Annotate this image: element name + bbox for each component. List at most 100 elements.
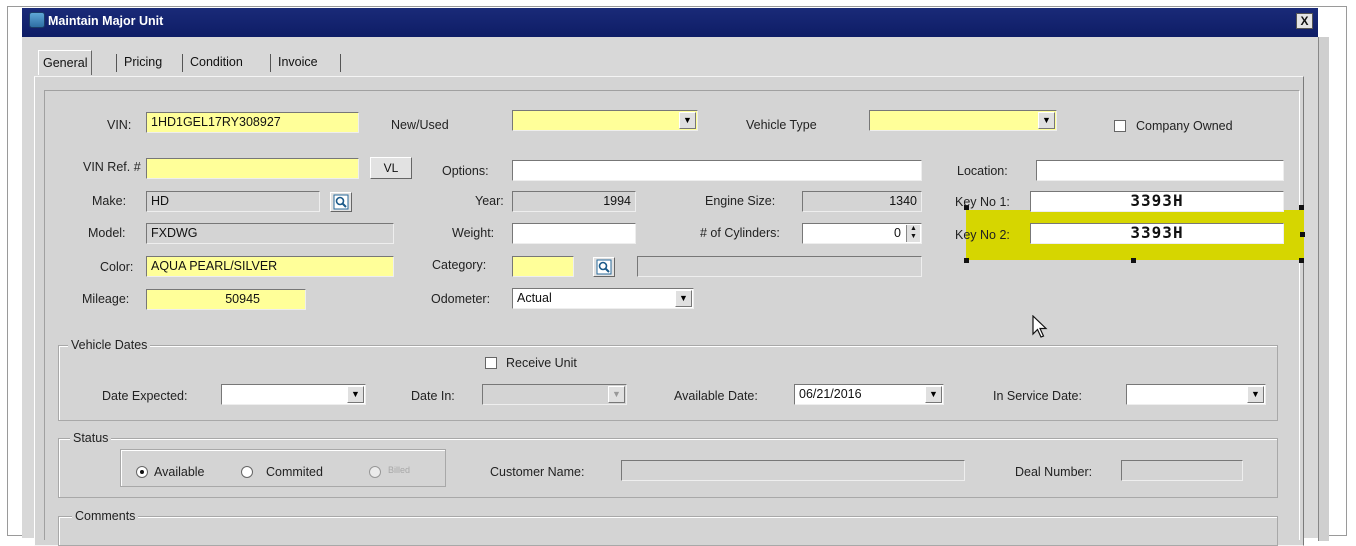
radio-billed[interactable]: [369, 466, 381, 478]
date-in-picker[interactable]: ▼: [482, 384, 627, 405]
color-label: Color:: [100, 260, 134, 274]
radio-commited-label: Commited: [266, 465, 323, 479]
title-bar[interactable]: [22, 8, 1318, 37]
engine-size-label: Engine Size:: [705, 194, 776, 208]
vin-label: VIN:: [107, 118, 132, 132]
spin-buttons[interactable]: ▲ ▼: [906, 225, 920, 242]
selection-handle: [1131, 258, 1136, 263]
cylinders-label: # of Cylinders:: [700, 226, 780, 240]
date-in-label: Date In:: [411, 389, 455, 403]
dropdown-arrow-icon[interactable]: ▼: [925, 386, 942, 403]
selection-handle: [1299, 258, 1304, 263]
location-field[interactable]: [1036, 160, 1284, 181]
available-date-picker[interactable]: 06/21/2016 ▼: [794, 384, 944, 405]
spin-up-icon[interactable]: ▲: [907, 225, 920, 233]
odometer-value: Actual: [517, 291, 552, 305]
deal-number-label: Deal Number:: [1015, 465, 1093, 479]
tab-divider: [116, 54, 117, 72]
available-date-value: 06/21/2016: [799, 387, 862, 401]
odometer-select[interactable]: Actual ▼: [512, 288, 694, 309]
close-button[interactable]: X: [1296, 13, 1313, 29]
key-no-2-field[interactable]: 3393H: [1030, 223, 1284, 244]
odometer-label: Odometer:: [431, 292, 491, 306]
dropdown-arrow-icon[interactable]: ▼: [608, 386, 625, 403]
tab-divider: [340, 54, 341, 72]
color-field[interactable]: AQUA PEARL/SILVER: [146, 256, 394, 277]
vehicle-type-label: Vehicle Type: [746, 118, 817, 132]
status-title: Status: [70, 431, 112, 445]
tab-pricing[interactable]: Pricing: [120, 50, 166, 74]
receive-unit-label: Receive Unit: [506, 356, 577, 370]
date-expected-picker[interactable]: ▼: [221, 384, 366, 405]
selection-handle: [1299, 205, 1304, 210]
dropdown-arrow-icon[interactable]: ▼: [675, 290, 692, 307]
key-no-2-label: Key No 2:: [955, 228, 1010, 242]
options-label: Options:: [442, 164, 489, 178]
vehicle-dates-title: Vehicle Dates: [68, 338, 151, 352]
model-field[interactable]: FXDWG: [146, 223, 394, 244]
new-used-select[interactable]: ▼: [512, 110, 698, 131]
mileage-label: Mileage:: [82, 292, 130, 306]
app-icon: [29, 12, 45, 28]
vehicle-dates-group: [58, 345, 1278, 421]
cylinders-value: 0: [894, 226, 901, 240]
new-used-label: New/Used: [391, 118, 449, 132]
make-label: Make:: [92, 194, 127, 208]
radio-available[interactable]: [136, 466, 148, 478]
category-description-field: [637, 256, 922, 277]
vin-ref-field[interactable]: [146, 158, 359, 179]
weight-field[interactable]: [512, 223, 636, 244]
company-owned-checkbox[interactable]: [1114, 120, 1126, 132]
make-lookup-button[interactable]: [330, 192, 352, 212]
selection-handle: [1300, 232, 1305, 237]
tab-condition[interactable]: Condition: [186, 50, 247, 74]
category-lookup-button[interactable]: [593, 257, 615, 277]
year-field[interactable]: 1994: [512, 191, 636, 212]
engine-size-field[interactable]: 1340: [802, 191, 922, 212]
selection-handle: [964, 258, 969, 263]
vehicle-type-select[interactable]: ▼: [869, 110, 1057, 131]
search-icon: [333, 194, 349, 210]
radio-commited[interactable]: [241, 466, 253, 478]
in-service-date-picker[interactable]: ▼: [1126, 384, 1266, 405]
dropdown-arrow-icon[interactable]: ▼: [347, 386, 364, 403]
key-no-1-label: Key No 1:: [955, 195, 1010, 209]
cylinders-stepper[interactable]: 0 ▲ ▼: [802, 223, 922, 244]
options-field[interactable]: [512, 160, 922, 181]
dropdown-arrow-icon[interactable]: ▼: [679, 112, 696, 129]
vertical-scrollbar[interactable]: [1318, 37, 1329, 541]
customer-name-field: [621, 460, 965, 481]
tab-divider: [270, 54, 271, 72]
vin-ref-label: VIN Ref. #: [83, 160, 141, 174]
window-title: Maintain Major Unit: [48, 14, 164, 28]
tab-general[interactable]: General: [38, 50, 93, 75]
location-label: Location:: [957, 164, 1008, 178]
mileage-field[interactable]: 50945: [146, 289, 306, 310]
receive-unit-checkbox[interactable]: [485, 357, 497, 369]
category-field[interactable]: [512, 256, 574, 277]
year-label: Year:: [475, 194, 504, 208]
company-owned-label: Company Owned: [1136, 119, 1233, 133]
date-expected-label: Date Expected:: [102, 389, 188, 403]
customer-name-label: Customer Name:: [490, 465, 585, 479]
weight-label: Weight:: [452, 226, 495, 240]
tab-invoice[interactable]: Invoice: [274, 50, 322, 74]
radio-billed-label: Billed: [388, 465, 411, 475]
spin-down-icon[interactable]: ▼: [907, 233, 920, 241]
tab-divider: [182, 54, 183, 72]
dropdown-arrow-icon[interactable]: ▼: [1247, 386, 1264, 403]
comments-group: [58, 516, 1278, 546]
model-label: Model:: [88, 226, 126, 240]
comments-title: Comments: [72, 509, 139, 523]
search-icon: [596, 259, 612, 275]
key-no-1-field[interactable]: 3393H: [1030, 191, 1284, 212]
in-service-date-label: In Service Date:: [993, 389, 1082, 403]
radio-available-label: Available: [154, 465, 205, 479]
vin-field[interactable]: 1HD1GEL17RY308927: [146, 112, 359, 133]
mouse-cursor-icon: [1032, 315, 1048, 338]
make-field[interactable]: HD: [146, 191, 320, 212]
deal-number-field: [1121, 460, 1243, 481]
dropdown-arrow-icon[interactable]: ▼: [1038, 112, 1055, 129]
vl-button[interactable]: VL: [370, 157, 412, 179]
category-label: Category:: [432, 258, 487, 272]
